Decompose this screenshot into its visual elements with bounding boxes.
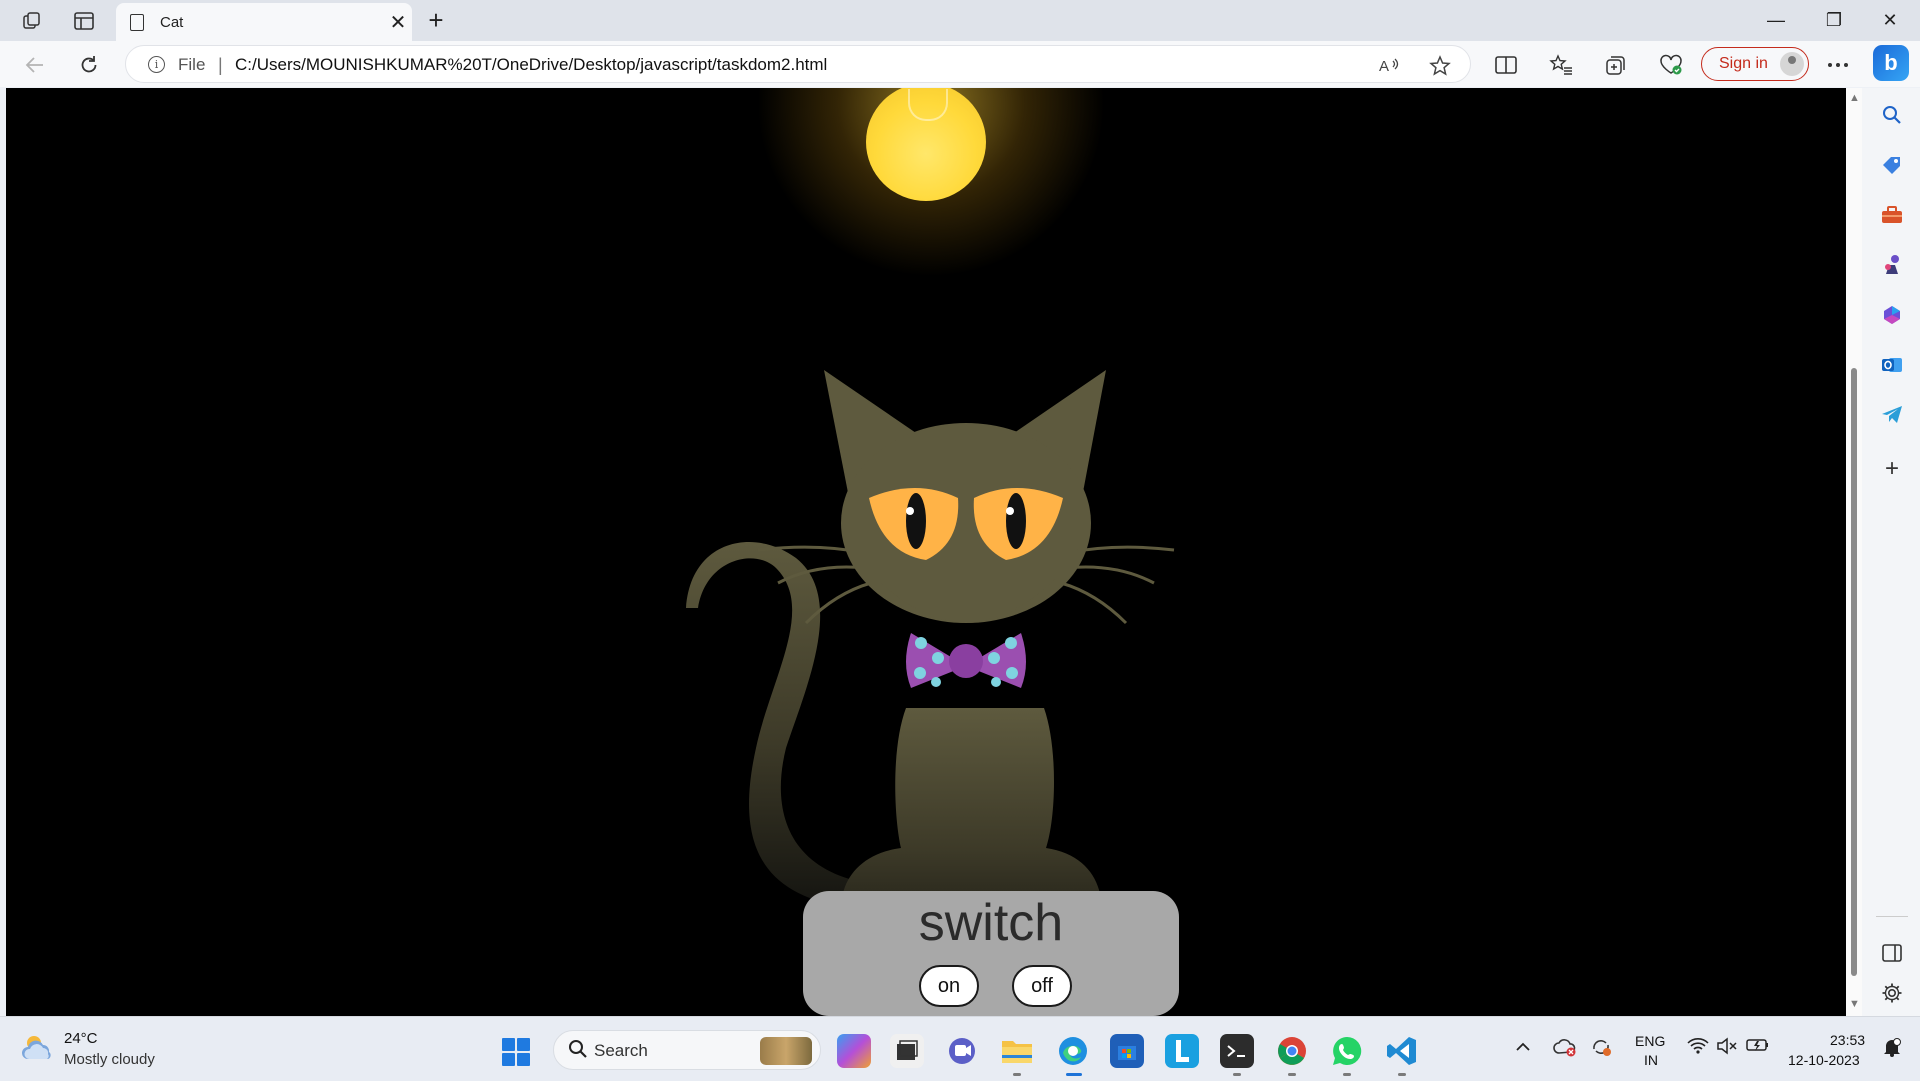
wifi-icon[interactable] <box>1687 1037 1709 1060</box>
sign-in-label: Sign in <box>1719 55 1768 72</box>
running-indicator <box>1398 1073 1406 1076</box>
add-icon[interactable]: + <box>1879 455 1905 482</box>
search-label: Search <box>594 1041 648 1060</box>
chrome-icon[interactable] <box>1275 1034 1309 1068</box>
minimize-button[interactable]: — <box>1746 0 1806 41</box>
maximize-button[interactable]: ❐ <box>1804 0 1864 41</box>
refresh-icon[interactable] <box>72 48 106 82</box>
split-screen-icon[interactable] <box>1493 52 1519 78</box>
favorite-star-icon[interactable] <box>1429 55 1451 83</box>
start-logo-tile <box>517 1053 530 1066</box>
read-aloud-icon[interactable]: A <box>1379 55 1401 81</box>
on-button[interactable]: on <box>919 965 979 1007</box>
language-indicator[interactable]: ENG <box>1635 1033 1665 1049</box>
scroll-up-icon[interactable]: ▲ <box>1849 92 1860 104</box>
weather-temp[interactable]: 24°C <box>64 1030 98 1047</box>
volume-muted-icon[interactable] <box>1716 1037 1738 1060</box>
page-icon <box>130 13 144 31</box>
settings-icon[interactable] <box>1879 980 1905 1006</box>
weather-desc[interactable]: Mostly cloudy <box>64 1051 155 1068</box>
active-app-indicator <box>1066 1073 1082 1076</box>
collections-icon[interactable] <box>1603 52 1629 78</box>
svg-text:A: A <box>1379 58 1389 75</box>
switch-title: switch <box>918 894 1064 952</box>
clock-time[interactable]: 23:53 <box>1830 1032 1865 1048</box>
microsoft365-icon[interactable] <box>1879 302 1905 328</box>
file-explorer-icon[interactable] <box>1000 1034 1034 1068</box>
start-button[interactable] <box>502 1038 530 1066</box>
tab-title: Cat <box>160 13 184 31</box>
running-indicator <box>1013 1073 1021 1076</box>
workspaces-icon[interactable] <box>20 9 44 33</box>
show-hidden-icons-icon[interactable] <box>1515 1037 1531 1057</box>
sync-icon[interactable] <box>1590 1037 1612 1062</box>
taskbar: 24°C Mostly cloudy Search ENG IN 23:53 1… <box>0 1016 1920 1081</box>
search-magnifier-icon <box>568 1039 588 1065</box>
more-icon[interactable] <box>1825 52 1851 78</box>
clock-date[interactable]: 12-10-2023 <box>1788 1052 1860 1068</box>
avatar <box>1780 52 1804 76</box>
edge-icon[interactable] <box>1056 1034 1090 1068</box>
outlook-icon[interactable] <box>1879 352 1905 378</box>
title-bar: Cat ✕ + — ❐ ✕ <box>0 0 1920 41</box>
new-tab-button[interactable]: + <box>420 6 452 36</box>
navigation-bar: i File | C:/Users/MOUNISHKUMAR%20T/OneDr… <box>0 41 1920 87</box>
search-icon[interactable] <box>1879 102 1905 128</box>
url-scheme: File <box>178 55 206 74</box>
tab-cat[interactable]: Cat ✕ <box>116 3 412 41</box>
store-icon[interactable] <box>1110 1034 1144 1068</box>
browser-essentials-icon[interactable] <box>1658 52 1684 78</box>
games-icon[interactable] <box>1879 252 1905 278</box>
running-indicator <box>1288 1073 1296 1076</box>
back-icon[interactable] <box>18 48 52 82</box>
copilot-button[interactable]: b <box>1873 45 1909 81</box>
off-button[interactable]: off <box>1012 965 1072 1007</box>
close-window-button[interactable]: ✕ <box>1860 0 1920 41</box>
site-info-icon[interactable]: i <box>148 56 165 73</box>
sidebar-divider <box>1876 916 1908 917</box>
whatsapp-icon[interactable] <box>1330 1034 1364 1068</box>
url-text[interactable]: C:/Users/MOUNISHKUMAR%20T/OneDrive/Deskt… <box>235 55 827 75</box>
switch-panel: switch on off <box>803 891 1179 1016</box>
page-scrollbar[interactable]: ▲ ▼ <box>1846 88 1862 1016</box>
shopping-icon[interactable] <box>1879 152 1905 178</box>
running-indicator <box>1233 1073 1241 1076</box>
tools-icon[interactable] <box>1879 202 1905 228</box>
scroll-down-icon[interactable]: ▼ <box>1849 998 1860 1010</box>
cloudy-weather-icon[interactable] <box>20 1031 56 1063</box>
terminal-icon[interactable] <box>1220 1034 1254 1068</box>
search-highlight-image <box>760 1037 812 1065</box>
l-app-icon[interactable] <box>1165 1034 1199 1068</box>
running-indicator <box>1343 1073 1351 1076</box>
vscode-icon[interactable] <box>1385 1034 1419 1068</box>
teams-icon[interactable] <box>945 1034 979 1068</box>
notifications-icon[interactable] <box>1882 1037 1902 1062</box>
sidebar-toggle-icon[interactable] <box>1879 940 1905 966</box>
taskbar-search[interactable]: Search <box>553 1030 821 1070</box>
region-indicator[interactable]: IN <box>1644 1052 1658 1068</box>
telegram-icon[interactable] <box>1879 402 1905 428</box>
edge-sidebar: + <box>1862 88 1920 1016</box>
scroll-thumb[interactable] <box>1851 368 1857 976</box>
cat-illustration <box>686 370 1175 958</box>
onedrive-error-icon[interactable] <box>1553 1037 1577 1062</box>
start-logo-tile <box>517 1038 530 1051</box>
favorites-icon[interactable] <box>1548 52 1574 78</box>
page-content: switch on off <box>6 88 1846 1016</box>
url-separator: | <box>218 55 223 75</box>
files-app-icon[interactable] <box>890 1034 924 1068</box>
start-logo-tile <box>502 1038 515 1051</box>
sign-in-button[interactable]: Sign in <box>1701 47 1809 81</box>
tab-close-icon[interactable]: ✕ <box>384 10 412 35</box>
tab-actions-icon[interactable] <box>72 9 96 33</box>
light-bulb <box>866 88 986 201</box>
cat-bowtie <box>906 633 1026 688</box>
battery-icon[interactable] <box>1746 1037 1770 1058</box>
copilot-preview-icon[interactable] <box>837 1034 871 1068</box>
address-bar[interactable]: i File | C:/Users/MOUNISHKUMAR%20T/OneDr… <box>125 45 1471 83</box>
start-logo-tile <box>502 1053 515 1066</box>
